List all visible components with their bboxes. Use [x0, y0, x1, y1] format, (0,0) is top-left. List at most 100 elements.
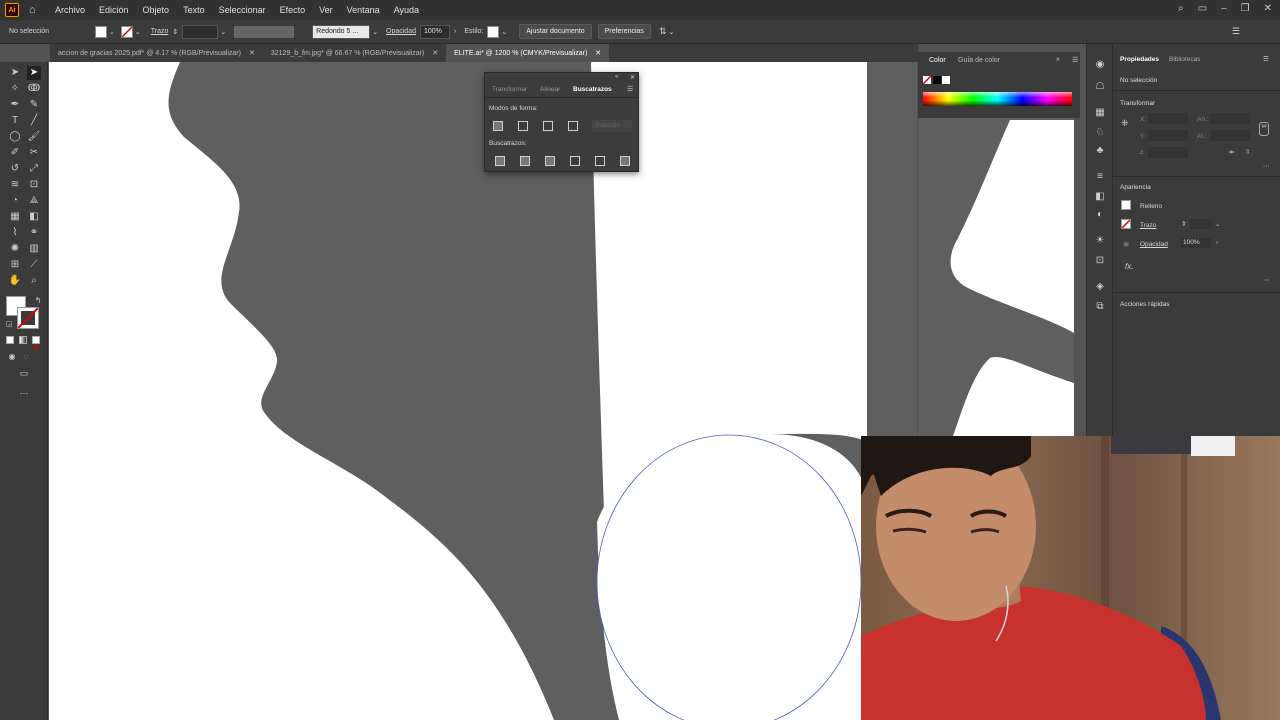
gradient-panel-icon[interactable]: ◧ — [1093, 190, 1107, 204]
minus-front-icon[interactable] — [518, 121, 528, 131]
white-swatch[interactable] — [942, 76, 950, 84]
chevron-down-icon[interactable]: ⌄ — [109, 28, 115, 36]
white-shape-right-top[interactable] — [950, 120, 1074, 333]
variable-width-profile[interactable] — [234, 25, 295, 38]
canvas-right-area[interactable] — [918, 118, 1074, 436]
close-icon[interactable]: ✕ — [595, 49, 601, 57]
stroke-panel-icon[interactable]: ≡ — [1093, 170, 1107, 184]
stroke-swatch[interactable] — [1121, 219, 1131, 229]
constrain-proportions-icon[interactable]: ∞ — [1259, 122, 1269, 136]
exclude-icon[interactable] — [568, 121, 578, 131]
close-icon[interactable]: ✕ — [249, 49, 255, 57]
panel-menu-icon[interactable]: ☰ — [1263, 55, 1269, 63]
symbol-sprayer-icon[interactable]: ✺ — [8, 242, 22, 256]
artboard-canvas[interactable] — [49, 62, 917, 720]
maximize-icon[interactable]: ❐ — [1241, 3, 1250, 14]
shaper-tool-icon[interactable]: ✐ — [8, 146, 22, 160]
tab-transformar[interactable]: Transformar — [492, 86, 527, 93]
tab-buscatrazos[interactable]: Buscatrazos — [573, 86, 612, 93]
line-tool-icon[interactable]: ╱ — [27, 114, 41, 128]
search-icon[interactable]: ⌕ — [1178, 3, 1184, 14]
graphic-styles-icon[interactable]: ⊡ — [1093, 254, 1107, 268]
reference-point-icon[interactable]: ⁜ — [1121, 118, 1129, 129]
close-icon[interactable]: ✕ — [1264, 3, 1272, 14]
stroke-weight-field[interactable] — [1190, 219, 1212, 229]
chevron-down-icon[interactable]: ⌄ — [135, 28, 141, 36]
tab-properties[interactable]: Propiedades — [1120, 56, 1159, 63]
menu-archivo[interactable]: Archivo — [55, 5, 85, 15]
tab-document-2[interactable]: 32129_b_fm.jpg* @ 66.67 % (RGB/Previsual… — [263, 44, 446, 62]
chevron-down-icon[interactable]: ⌄ — [1215, 220, 1220, 228]
free-transform-icon[interactable]: ⊡ — [27, 178, 41, 192]
workspace-icon[interactable]: ▭ — [1198, 3, 1207, 14]
shape-builder-icon[interactable]: ◔ — [8, 194, 22, 208]
close-icon[interactable]: ✕ — [630, 74, 635, 81]
more-options-icon[interactable]: ⋯ — [1263, 162, 1270, 170]
ellipse-path[interactable] — [596, 434, 862, 720]
curvature-tool-icon[interactable]: ✎ — [27, 98, 41, 112]
menu-edicion[interactable]: Edición — [99, 5, 129, 15]
collapse-icon[interactable]: « — [615, 74, 618, 80]
draw-behind-icon[interactable]: ◌ — [19, 350, 33, 364]
brushes-icon[interactable]: ♘ — [1093, 126, 1107, 140]
chevron-down-icon[interactable]: ⌄ — [372, 28, 378, 36]
chevron-down-icon[interactable]: ⌄ — [668, 28, 674, 36]
stroke-weight-field[interactable] — [182, 24, 219, 39]
draw-mode-icon[interactable]: ◉ — [5, 350, 19, 364]
stroke-swatch[interactable] — [120, 25, 133, 38]
menu-ver[interactable]: Ver — [319, 5, 333, 15]
divide-icon[interactable] — [495, 156, 505, 166]
appearance-icon[interactable]: ☀ — [1093, 234, 1107, 248]
color-spectrum[interactable] — [923, 92, 1072, 106]
gradient-mode-icon[interactable] — [19, 336, 27, 344]
more-tools-icon[interactable]: ⋯ — [17, 386, 31, 400]
expand-button[interactable]: Expandir — [592, 120, 632, 132]
merge-icon[interactable] — [545, 156, 555, 166]
scale-tool-icon[interactable]: ⤢ — [27, 162, 41, 176]
artboards-icon[interactable]: ⧉ — [1093, 300, 1107, 314]
unite-icon[interactable] — [493, 121, 503, 131]
lasso-icon[interactable]: ↂ — [27, 82, 41, 96]
tab-alinear[interactable]: Alinear — [540, 86, 560, 93]
menu-ayuda[interactable]: Ayuda — [394, 5, 419, 15]
collapse-icon[interactable]: » — [1056, 56, 1060, 63]
stroke-label[interactable]: Trazo — [151, 28, 169, 35]
rotate-field[interactable] — [1148, 147, 1188, 158]
hand-tool-icon[interactable]: ✋ — [8, 274, 22, 288]
opacity-field[interactable]: 100% — [1181, 238, 1211, 248]
width-tool-icon[interactable]: ≋ — [8, 178, 22, 192]
chevron-right-icon[interactable]: › — [1216, 239, 1218, 246]
layers-icon[interactable]: ◈ — [1093, 280, 1107, 294]
width-field[interactable] — [1210, 113, 1250, 124]
direct-selection-tool-icon[interactable]: ➤ — [27, 66, 41, 80]
menu-efecto[interactable]: Efecto — [280, 5, 306, 15]
fill-swatch[interactable] — [95, 25, 107, 38]
slice-tool-icon[interactable]: ⟋ — [27, 258, 41, 272]
scissors-icon[interactable]: ✂ — [27, 146, 41, 160]
fill-swatch[interactable] — [1121, 200, 1131, 210]
minus-back-icon[interactable] — [620, 156, 630, 166]
tab-color-guide[interactable]: Guía de color — [958, 57, 1000, 64]
flip-vertical-icon[interactable]: ⇳ — [1245, 148, 1250, 156]
close-icon[interactable]: ✕ — [432, 49, 438, 57]
screen-mode-icon[interactable]: ▭ — [17, 366, 31, 380]
perspective-grid-icon[interactable]: ⟁ — [27, 194, 41, 208]
default-colors-icon[interactable]: ◲ — [2, 318, 16, 332]
tab-color[interactable]: Color — [929, 57, 946, 64]
minimize-icon[interactable]: – — [1221, 3, 1227, 14]
selection-tool-icon[interactable]: ➤ — [8, 66, 22, 80]
paintbrush-icon[interactable]: 🖌 — [27, 130, 41, 144]
preferences-button[interactable]: Preferencias — [597, 24, 651, 39]
arrange-icon[interactable]: ⇅ — [659, 26, 667, 37]
outline-icon[interactable] — [595, 156, 605, 166]
crop-icon[interactable] — [570, 156, 580, 166]
pen-tool-icon[interactable]: ✒ — [8, 98, 22, 112]
blend-tool-icon[interactable]: ⚭ — [27, 226, 41, 240]
properties-icon[interactable]: ◉ — [1093, 58, 1107, 72]
ellipse-tool-icon[interactable]: ◯ — [8, 130, 22, 144]
symbols-icon[interactable]: ♣ — [1093, 144, 1107, 158]
mesh-tool-icon[interactable]: ▦ — [8, 210, 22, 224]
white-shape-right-bottom[interactable] — [953, 357, 1074, 436]
stroke-color-swatch[interactable] — [17, 307, 39, 329]
trim-icon[interactable] — [520, 156, 530, 166]
